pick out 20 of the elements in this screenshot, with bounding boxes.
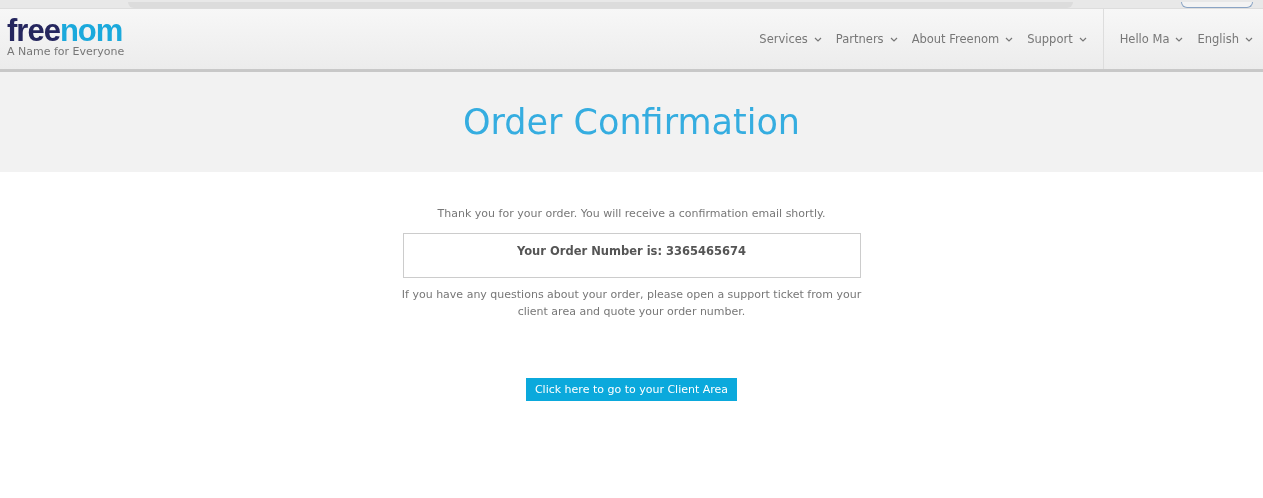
nav-menu-item[interactable]: Partners bbox=[835, 32, 898, 46]
order-number: Your Order Number is: 3365465674 bbox=[516, 244, 747, 260]
tagline: A Name for Everyone bbox=[7, 45, 125, 58]
browser-button[interactable] bbox=[1181, 2, 1253, 8]
nav-menu-item[interactable]: English bbox=[1197, 32, 1253, 46]
nav-menu-item[interactable]: Hello Ma bbox=[1119, 32, 1184, 46]
chevron-down-icon bbox=[813, 36, 822, 42]
chevron-down-icon bbox=[1175, 36, 1184, 42]
chevron-down-icon bbox=[889, 36, 898, 42]
chevron-down-icon bbox=[1078, 36, 1087, 42]
support-message: If you have any questions about your order, please open a support ticket from your client area and quote your order number. bbox=[401, 287, 862, 320]
page-title: Order Confirmation bbox=[463, 102, 800, 142]
thank-you-message: Thank you for your order. You will receive a confirmation email shortly. bbox=[437, 207, 826, 220]
chevron-down-icon bbox=[1245, 36, 1253, 42]
logo[interactable]: freenom bbox=[7, 17, 125, 45]
nav-menu-item[interactable]: About Freenom bbox=[911, 32, 1014, 46]
chevron-down-icon bbox=[1005, 36, 1014, 42]
nav-menu-item[interactable]: Support bbox=[1027, 32, 1087, 46]
client-area-button[interactable]: Click here to go to your Client Area bbox=[525, 378, 738, 401]
nav-menu-item[interactable]: Services bbox=[759, 32, 822, 46]
